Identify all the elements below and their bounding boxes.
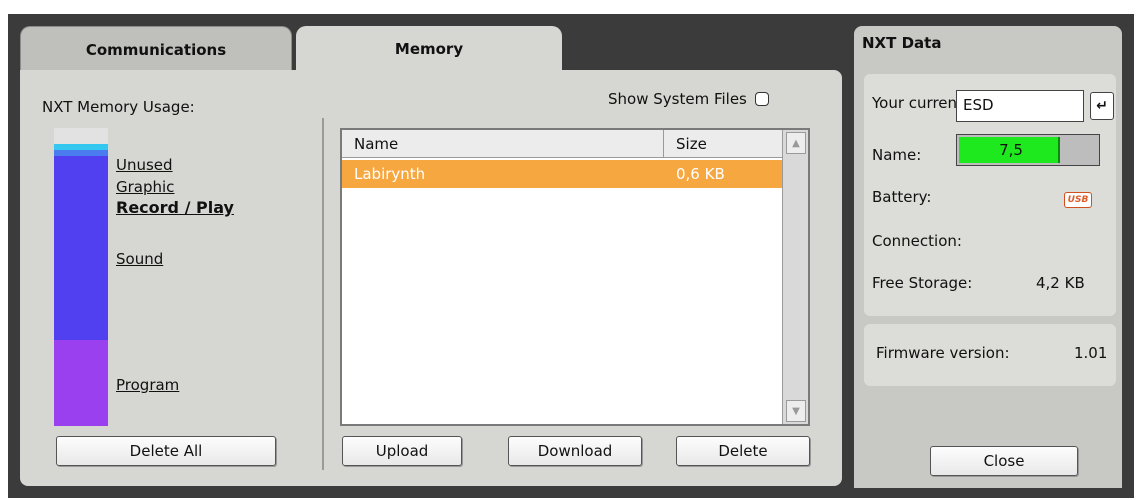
sound-segment	[54, 156, 108, 340]
show-system-files[interactable]: Show System Files	[608, 90, 769, 108]
battery-label: Battery:	[872, 188, 932, 206]
scroll-down-icon[interactable]: ▼	[786, 400, 806, 422]
file-row[interactable]: Labirynth 0,6 KB	[342, 160, 784, 188]
legend-graphic[interactable]: Graphic	[116, 178, 174, 196]
panel-divider	[322, 118, 324, 470]
delete-button[interactable]: Delete	[676, 436, 810, 466]
legend-record-play[interactable]: Record / Play	[116, 198, 234, 217]
nxt-name-input[interactable]: ESD	[956, 90, 1084, 122]
battery-meter: 7,5	[956, 134, 1100, 166]
tab-memory[interactable]: Memory	[296, 26, 562, 72]
nxt-data-panel: NXT Data Your current NXT is: Name: Batt…	[854, 26, 1122, 488]
enter-icon[interactable]: ↵	[1090, 92, 1114, 120]
firmware-value: 1.01	[1074, 344, 1108, 362]
scroll-up-icon[interactable]: ▲	[786, 132, 806, 154]
program-segment	[54, 340, 108, 426]
show-system-files-checkbox[interactable]	[754, 92, 769, 106]
legend-unused[interactable]: Unused	[116, 156, 173, 174]
memory-usage-title: NXT Memory Usage:	[42, 98, 195, 116]
nxt-data-title: NXT Data	[862, 34, 942, 52]
column-header-name[interactable]: Name	[342, 130, 664, 158]
upload-button[interactable]: Upload	[342, 436, 462, 466]
firmware-label: Firmware version:	[876, 344, 1010, 362]
file-name: Labirynth	[354, 165, 426, 183]
download-button[interactable]: Download	[508, 436, 642, 466]
show-system-files-label: Show System Files	[608, 90, 747, 108]
memory-panel: NXT Memory Usage: Unused Graphic Record …	[20, 70, 842, 486]
column-header-size[interactable]: Size	[664, 130, 784, 158]
tab-communications[interactable]: Communications	[20, 26, 292, 72]
nxt-window: Communications Memory NXT Memory Usage: …	[8, 14, 1134, 498]
usb-icon: USB	[1064, 192, 1092, 208]
memory-usage-bar	[54, 128, 108, 426]
legend-sound[interactable]: Sound	[116, 250, 163, 268]
connection-label: Connection:	[872, 232, 962, 250]
scrollbar[interactable]: ▲ ▼	[782, 130, 808, 424]
free-storage-value: 4,2 KB	[1036, 274, 1085, 292]
file-size: 0,6 KB	[676, 165, 725, 183]
delete-all-button[interactable]: Delete All	[56, 436, 276, 466]
close-button[interactable]: Close	[930, 446, 1078, 476]
file-list[interactable]: Name Size Labirynth 0,6 KB ▲ ▼	[340, 128, 810, 426]
legend-program[interactable]: Program	[116, 376, 179, 394]
firmware-box: Firmware version: 1.01	[864, 324, 1116, 386]
free-storage-label: Free Storage:	[872, 274, 973, 292]
name-label: Name:	[872, 146, 922, 164]
battery-value: 7,5	[999, 141, 1023, 159]
unused-segment	[54, 128, 108, 144]
